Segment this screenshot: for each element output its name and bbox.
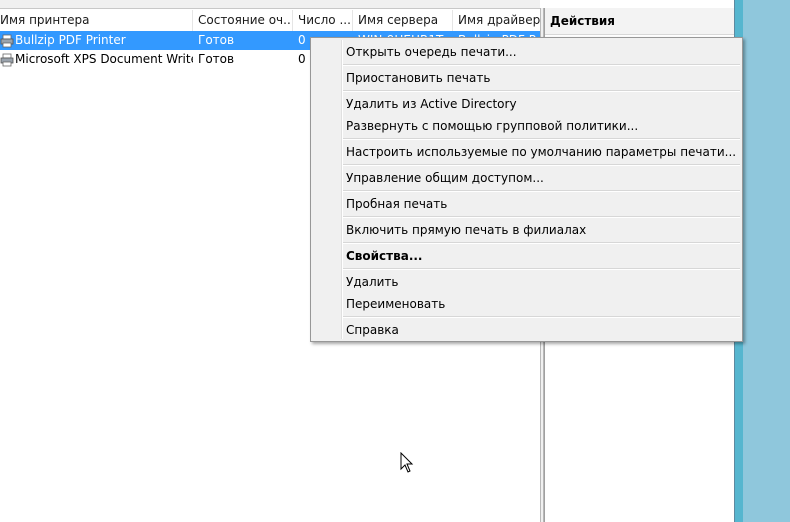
printer-name: Microsoft XPS Document Writer xyxy=(15,52,193,66)
printer-icon xyxy=(0,34,14,47)
menu-separator xyxy=(343,216,740,218)
menu-separator xyxy=(343,190,740,192)
menu-separator xyxy=(343,268,740,270)
menu-item-pause-printing[interactable]: Приостановить печать xyxy=(313,67,740,89)
column-header-queue-status[interactable]: Состояние оч... xyxy=(193,10,293,31)
menu-item-branch-office-direct-print[interactable]: Включить прямую печать в филиалах xyxy=(313,219,740,241)
menu-separator xyxy=(343,90,740,92)
queue-status: Готов xyxy=(198,33,235,47)
menu-separator xyxy=(343,316,740,318)
menu-separator xyxy=(343,242,740,244)
menu-item-help[interactable]: Справка xyxy=(313,319,740,341)
column-header-jobs-count[interactable]: Число ... xyxy=(293,10,353,31)
mouse-pointer-icon xyxy=(400,452,414,473)
printer-icon xyxy=(0,53,14,66)
menu-item-manage-sharing[interactable]: Управление общим доступом... xyxy=(313,167,740,189)
menu-separator xyxy=(343,138,740,140)
context-menu: Открыть очередь печати... Приостановить … xyxy=(310,37,743,342)
menu-separator xyxy=(343,64,740,66)
menu-item-rename[interactable]: Переименовать xyxy=(313,293,740,315)
menu-item-remove-from-ad[interactable]: Удалить из Active Directory xyxy=(313,93,740,115)
menu-item-delete[interactable]: Удалить xyxy=(313,271,740,293)
menu-item-open-queue[interactable]: Открыть очередь печати... xyxy=(313,41,740,63)
column-header-driver-name[interactable]: Имя драйвера xyxy=(453,10,540,31)
menu-item-deploy-gpo[interactable]: Развернуть с помощью групповой политики.… xyxy=(313,115,740,137)
column-header-printer-name[interactable]: Имя принтера xyxy=(0,10,193,31)
menu-item-default-print-settings[interactable]: Настроить используемые по умолчанию пара… xyxy=(313,141,740,163)
actions-pane-title: Действия xyxy=(545,8,734,35)
printer-name: Bullzip PDF Printer xyxy=(15,33,126,47)
column-header-server-name[interactable]: Имя сервера xyxy=(353,10,453,31)
menu-item-test-page[interactable]: Пробная печать xyxy=(313,193,740,215)
queue-status: Готов xyxy=(198,52,235,66)
menu-separator xyxy=(343,164,740,166)
menu-item-properties[interactable]: Свойства... xyxy=(313,245,740,267)
table-header: Имя принтера Состояние оч... Число ... И… xyxy=(0,10,540,32)
toolbar-strip xyxy=(0,0,540,9)
